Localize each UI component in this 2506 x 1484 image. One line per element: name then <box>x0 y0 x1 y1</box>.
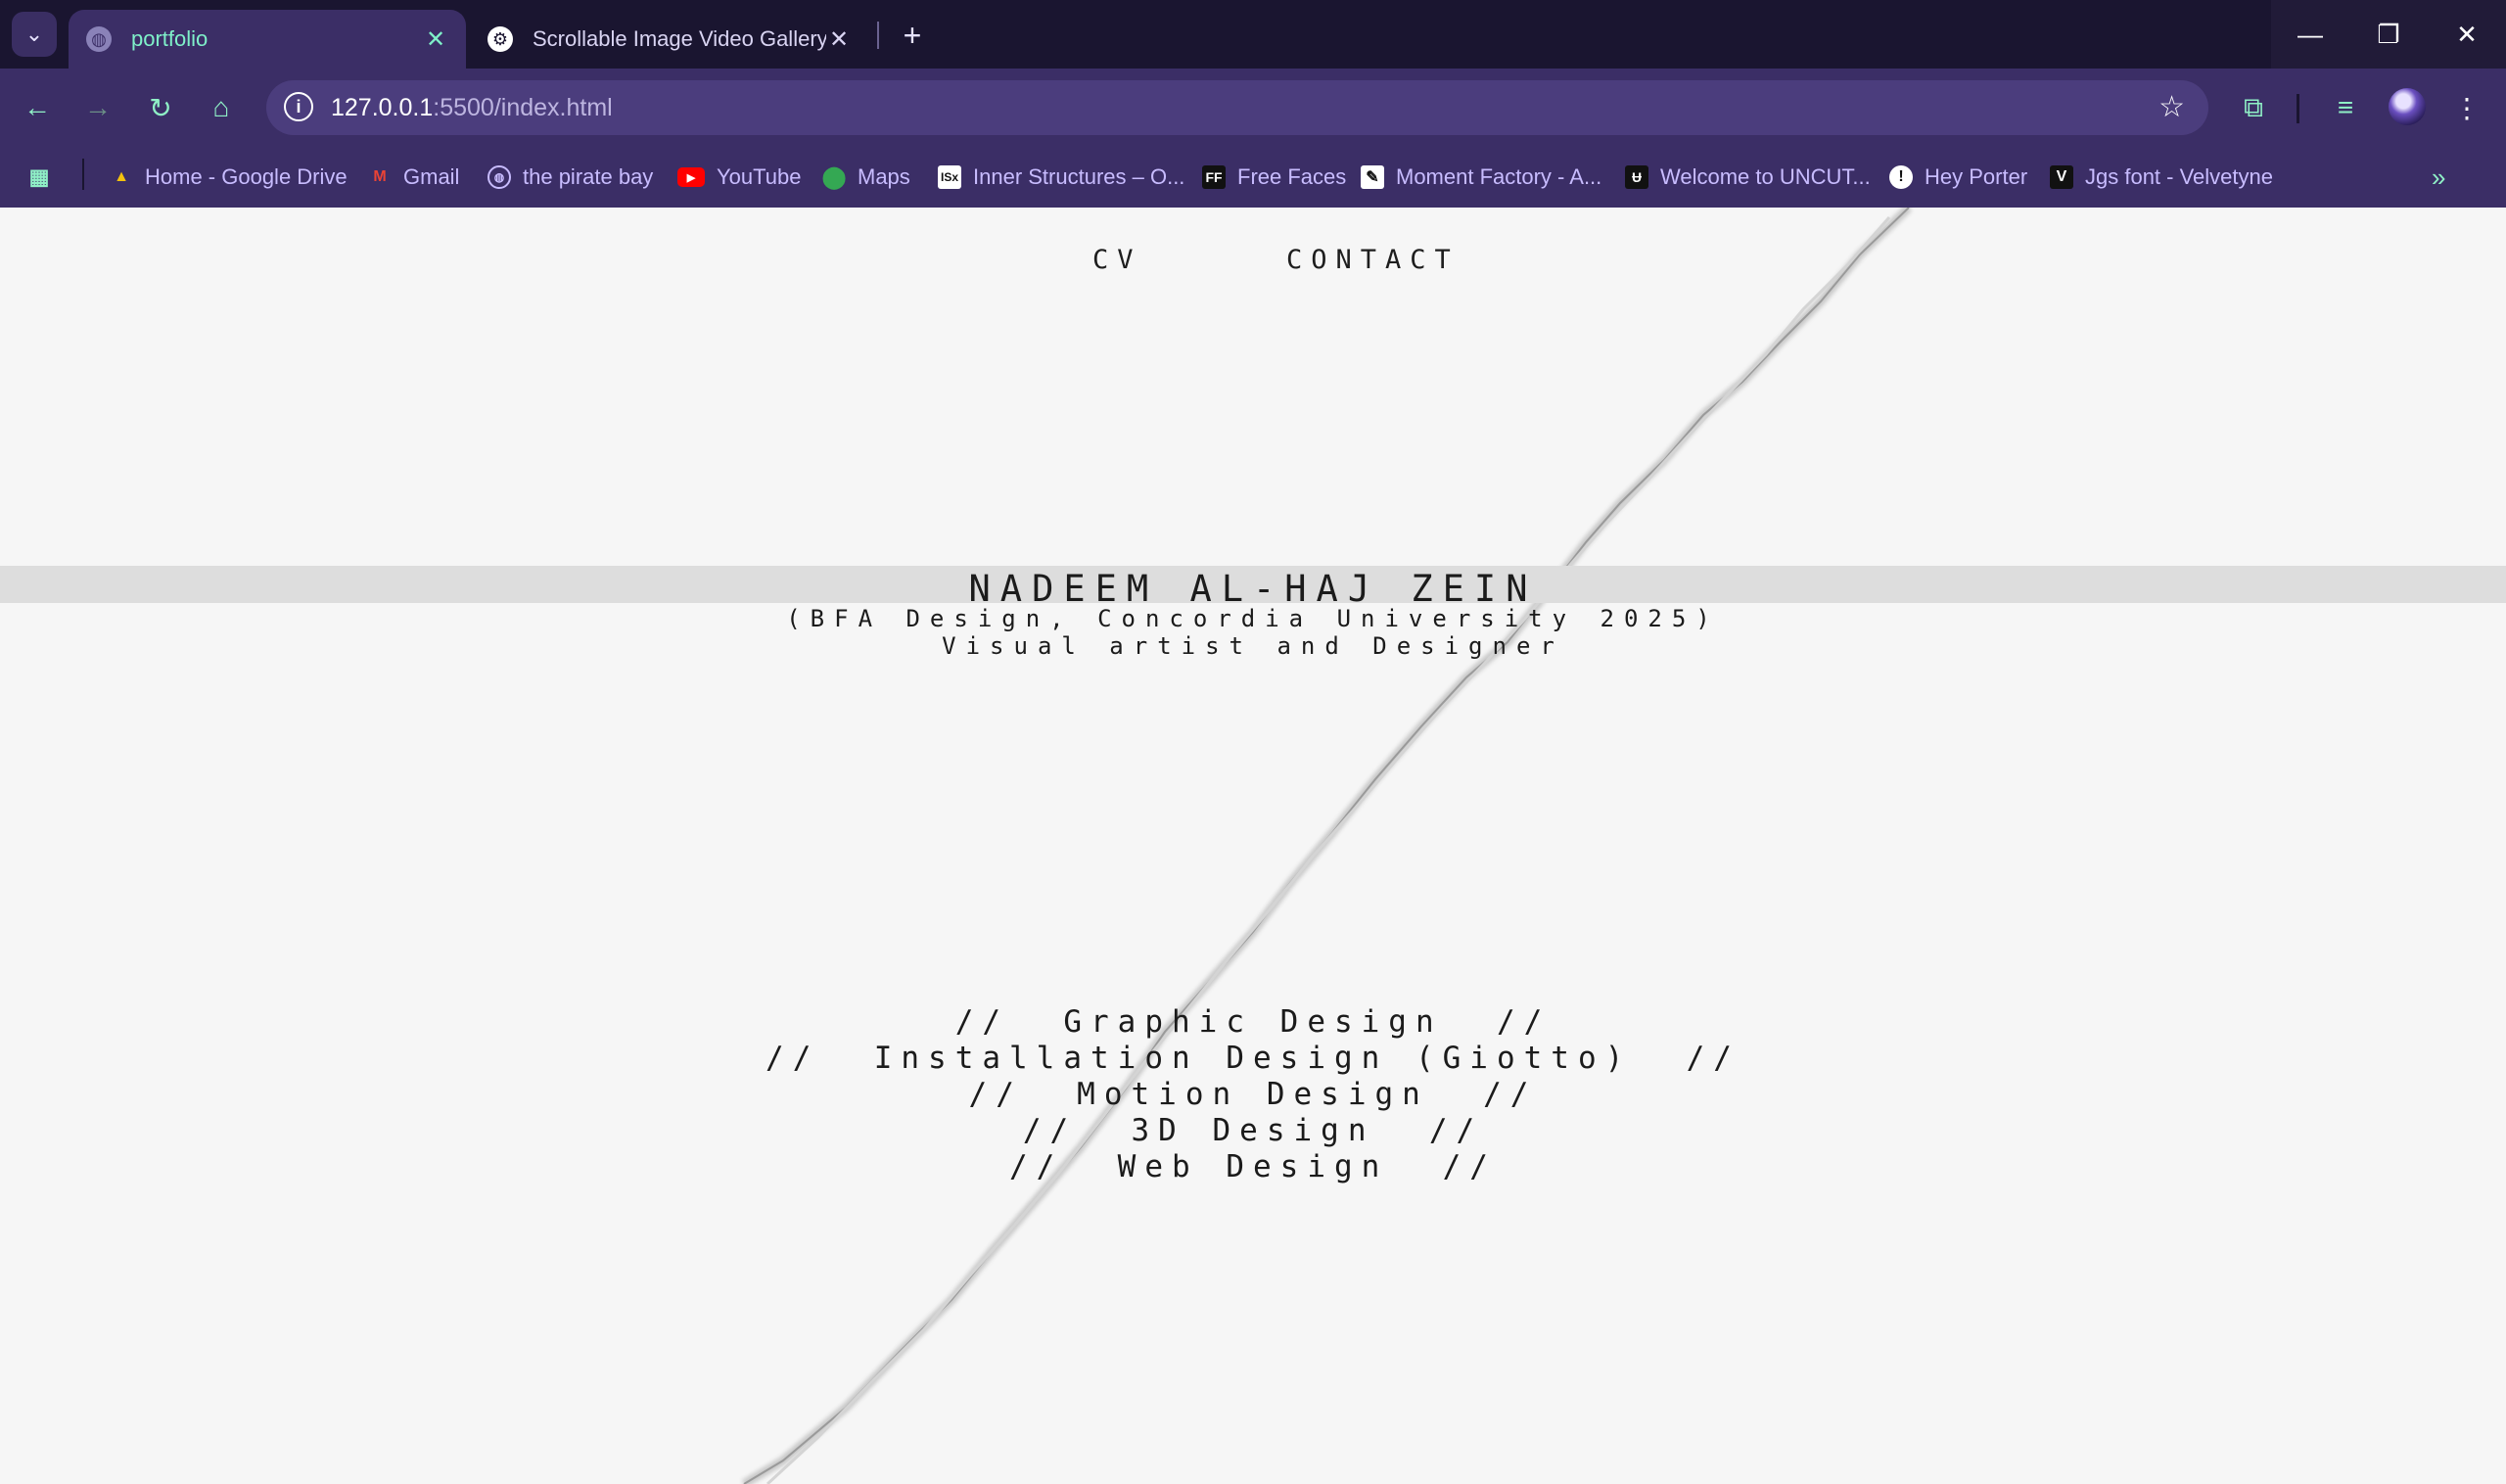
bookmark-maps[interactable]: ⬤ Maps <box>822 161 910 194</box>
bookmark-velvetyne[interactable]: V Jgs font - Velvetyne <box>2050 161 2273 194</box>
url-path: :5500/index.html <box>433 94 613 121</box>
arrow-right-icon: → <box>84 92 112 122</box>
double-chevron-right-icon: » <box>2432 162 2446 192</box>
window-controls: — ❐ ✕ <box>2271 0 2506 69</box>
service-motion-design-link[interactable]: // Motion Design // <box>0 1077 2506 1112</box>
apps-grid-icon: ▦ <box>28 164 50 189</box>
restore-icon: ❐ <box>2377 19 2400 49</box>
menu-kebab-icon[interactable]: ⋮ <box>2447 88 2486 127</box>
bookmark-label: Free Faces <box>1237 164 1347 189</box>
home-icon: ⌂ <box>212 92 230 122</box>
maps-icon: ⬤ <box>821 164 847 189</box>
browser-toolbar: ← → ↻ ⌂ i 127.0.0.1:5500/index.html ☆ ⧉ … <box>0 69 2506 147</box>
reload-button[interactable]: ↻ <box>139 86 182 129</box>
tab-separator <box>877 22 879 49</box>
gmail-icon: M <box>373 168 387 185</box>
degree-text: (BFA Design, Concordia University 2025) <box>786 605 1720 632</box>
ff-icon: FF <box>1202 165 1226 189</box>
toolbar-divider <box>2297 94 2299 123</box>
plus-icon: + <box>903 17 922 53</box>
nav-contact-link[interactable]: CONTACT <box>1286 245 1460 275</box>
bookmark-pirate-bay[interactable]: ◍ the pirate bay <box>487 161 653 194</box>
tab-strip: ⌄ ◍ portfolio ✕ ⚙ Scrollable Image Video… <box>0 0 2506 69</box>
arrow-left-icon: ← <box>23 92 51 122</box>
tab-search-button[interactable]: ⌄ <box>12 12 57 57</box>
bookmark-free-faces[interactable]: FF Free Faces <box>1202 161 1346 194</box>
close-icon[interactable]: ✕ <box>423 25 448 54</box>
forward-button[interactable]: → <box>76 86 119 129</box>
close-icon[interactable]: ✕ <box>826 25 852 54</box>
close-icon: ✕ <box>2456 19 2478 49</box>
tab-title: Scrollable Image Video Gallery <box>533 26 826 51</box>
crack-background-image <box>741 208 1913 1484</box>
minimize-icon: — <box>2297 19 2323 49</box>
bookmarks-bar: ▦ ▲ Home - Google Drive M Gmail ◍ the pi… <box>0 147 2506 209</box>
openai-icon: ⚙ <box>487 26 513 52</box>
bookmark-label: Home - Google Drive <box>145 164 348 189</box>
reload-icon: ↻ <box>149 92 172 123</box>
minimize-button[interactable]: — <box>2271 0 2349 69</box>
restore-button[interactable]: ❐ <box>2349 0 2428 69</box>
close-window-button[interactable]: ✕ <box>2428 0 2506 69</box>
extensions-icon[interactable]: ⧉ <box>2234 88 2273 127</box>
bookmark-label: Maps <box>858 164 910 189</box>
bookmark-label: YouTube <box>717 164 802 189</box>
google-drive-icon: ▲ <box>114 168 129 185</box>
service-graphic-design-link[interactable]: // Graphic Design // <box>0 1004 2506 1040</box>
tab-title: portfolio <box>131 26 209 51</box>
youtube-icon: ▶ <box>677 167 705 187</box>
home-button[interactable]: ⌂ <box>200 86 243 129</box>
velvetyne-icon: V <box>2050 165 2073 189</box>
bookmark-moment-factory[interactable]: ✎ Moment Factory - A... <box>1361 161 1601 194</box>
moment-factory-icon: ✎ <box>1361 165 1384 189</box>
uncut-icon: Ʉ <box>1625 165 1648 189</box>
chevron-down-icon: ⌄ <box>24 22 44 46</box>
portfolio-page: CV CONTACT NADEEM AL-HAJ ZEIN (BFA Desig… <box>0 208 2506 1484</box>
url-host: 127.0.0.1 <box>331 94 434 121</box>
service-3d-design-link[interactable]: // 3D Design // <box>0 1113 2506 1148</box>
tab-scrollable-gallery[interactable]: ⚙ Scrollable Image Video Gallery ✕ <box>470 10 869 69</box>
bookmark-gmail[interactable]: M Gmail <box>368 161 459 194</box>
bookmark-label: Gmail <box>403 164 460 189</box>
service-installation-design-link[interactable]: // Installation Design (Giotto) // <box>0 1041 2506 1076</box>
new-tab-button[interactable]: + <box>893 16 932 55</box>
profile-avatar[interactable] <box>2389 88 2426 125</box>
bookmark-uncut[interactable]: Ʉ Welcome to UNCUT... <box>1625 161 1871 194</box>
media-control-icon[interactable]: ≡ <box>2326 88 2365 127</box>
tagline-text: Visual artist and Designer <box>942 632 1564 660</box>
bookmark-label: Hey Porter <box>1925 164 2028 189</box>
bookmark-star-icon[interactable]: ☆ <box>2158 90 2185 124</box>
hey-porter-icon: ! <box>1889 165 1913 189</box>
bookmark-inner-structures[interactable]: ISx Inner Structures – O... <box>938 161 1184 194</box>
globe-icon: ◍ <box>86 26 112 52</box>
bookmark-label: Moment Factory - A... <box>1396 164 1602 189</box>
bookmark-youtube[interactable]: ▶ YouTube <box>677 161 801 194</box>
bookmarks-divider <box>82 159 84 190</box>
address-bar[interactable]: i 127.0.0.1:5500/index.html ☆ <box>266 80 2208 135</box>
address-url[interactable]: 127.0.0.1:5500/index.html <box>331 94 613 122</box>
bookmarks-overflow-button[interactable]: » <box>2432 161 2445 194</box>
bookmark-google-drive[interactable]: ▲ Home - Google Drive <box>110 161 348 194</box>
bookmark-label: Inner Structures – O... <box>973 164 1185 189</box>
globe-icon: ◍ <box>487 165 511 189</box>
apps-button[interactable]: ▦ <box>27 161 63 194</box>
bookmark-label: Welcome to UNCUT... <box>1660 164 1871 189</box>
site-info-icon[interactable]: i <box>284 92 313 121</box>
service-web-design-link[interactable]: // Web Design // <box>0 1149 2506 1184</box>
nav-cv-link[interactable]: CV <box>1092 245 1142 275</box>
page-title: NADEEM AL-HAJ ZEIN <box>968 568 1538 610</box>
tab-portfolio[interactable]: ◍ portfolio ✕ <box>69 10 466 69</box>
bookmark-label: the pirate bay <box>523 164 654 189</box>
back-button[interactable]: ← <box>16 86 59 129</box>
bookmark-label: Jgs font - Velvetyne <box>2085 164 2273 189</box>
bookmark-hey-porter[interactable]: ! Hey Porter <box>1889 161 2027 194</box>
inner-structures-icon: ISx <box>938 165 961 189</box>
